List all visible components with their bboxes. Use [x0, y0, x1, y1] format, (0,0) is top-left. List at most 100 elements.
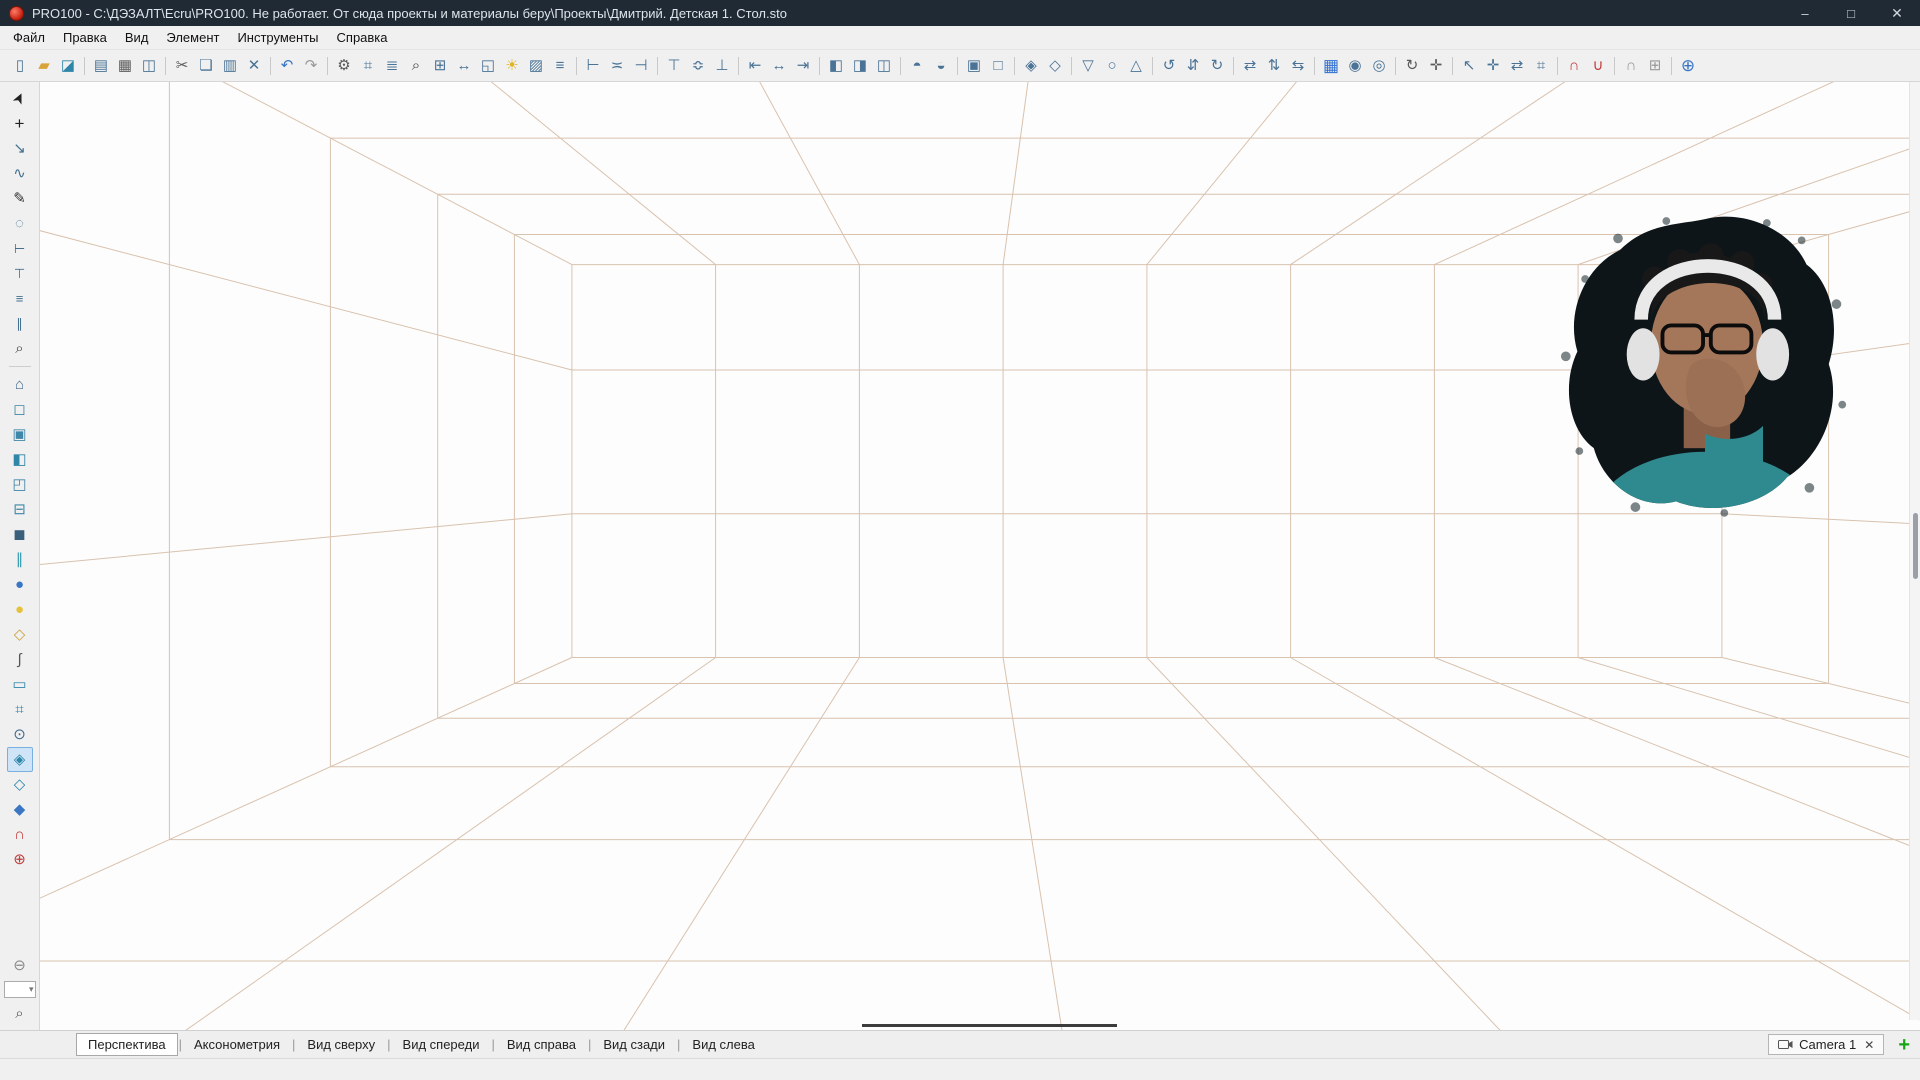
- orbit-view-button[interactable]: ↻: [1400, 54, 1424, 78]
- align-wall-center-button[interactable]: ◫: [872, 54, 896, 78]
- camera-view-button[interactable]: ◉: [1343, 54, 1367, 78]
- align-left-tool[interactable]: ⊢: [7, 236, 33, 261]
- report-button[interactable]: ≣: [380, 54, 404, 78]
- view-tab-left-view[interactable]: Вид слева: [681, 1034, 765, 1055]
- menu-item-1[interactable]: Правка: [54, 26, 116, 49]
- label-tool[interactable]: ◇: [7, 622, 33, 647]
- move-view-button[interactable]: ✛: [1481, 54, 1505, 78]
- connections-button[interactable]: ⌗: [356, 54, 380, 78]
- tab-camera-1[interactable]: Camera 1 ✕: [1768, 1034, 1885, 1055]
- snap-center-tool[interactable]: ⊕: [7, 847, 33, 872]
- pan-view-button[interactable]: ✛: [1424, 54, 1448, 78]
- camera-target-button[interactable]: ◎: [1367, 54, 1391, 78]
- visibility-tool[interactable]: ⊙: [7, 722, 33, 747]
- new-document-button[interactable]: ▯: [8, 54, 32, 78]
- snap-grid-button[interactable]: ⊞: [1643, 54, 1667, 78]
- align-wall-right-button[interactable]: ◨: [848, 54, 872, 78]
- align-top-edges-button[interactable]: ⊤: [662, 54, 686, 78]
- close-button[interactable]: ✕: [1874, 0, 1920, 26]
- rotate-right-button[interactable]: ↻: [1205, 54, 1229, 78]
- unlock-button[interactable]: ◇: [1043, 54, 1067, 78]
- lock-button[interactable]: ◈: [1019, 54, 1043, 78]
- maximize-button[interactable]: □: [1828, 0, 1874, 26]
- align-bottom-face-button[interactable]: ◒: [929, 54, 953, 78]
- group-button[interactable]: ▣: [962, 54, 986, 78]
- menu-item-0[interactable]: Файл: [4, 26, 54, 49]
- align-wall-left-button[interactable]: ◧: [824, 54, 848, 78]
- magnet-horizontal-button[interactable]: ∩: [1562, 54, 1586, 78]
- search-button[interactable]: ⌕: [404, 54, 428, 78]
- element-columns-tool[interactable]: ∥: [7, 547, 33, 572]
- magnet-soft-button[interactable]: ∩: [1619, 54, 1643, 78]
- mirror-view-button[interactable]: ⇄: [1505, 54, 1529, 78]
- columns-tool[interactable]: ∥: [7, 311, 33, 336]
- align-top-face-button[interactable]: ◓: [905, 54, 929, 78]
- element-shelf-tool[interactable]: ⊟: [7, 497, 33, 522]
- move-tool[interactable]: +: [7, 111, 33, 136]
- save-button[interactable]: ◪: [56, 54, 80, 78]
- horizontal-scrollbar-thumb[interactable]: [862, 1024, 1118, 1027]
- dimensions-button[interactable]: ↔: [452, 54, 476, 78]
- open-folder-button[interactable]: ▰: [32, 54, 56, 78]
- menu-item-4[interactable]: Инструменты: [228, 26, 327, 49]
- settings-gear-button[interactable]: ⚙: [332, 54, 356, 78]
- price-list-button[interactable]: ≡: [548, 54, 572, 78]
- lasso-tool[interactable]: ◌: [7, 211, 33, 236]
- view-tab-perspective[interactable]: Перспектива: [76, 1033, 178, 1056]
- view-tab-top-view[interactable]: Вид сверху: [296, 1034, 386, 1055]
- element-box-tool[interactable]: ▣: [7, 422, 33, 447]
- snap-diamond-solid-tool[interactable]: ◆: [7, 797, 33, 822]
- view-tab-right-view[interactable]: Вид справа: [496, 1034, 587, 1055]
- element-open-box-tool[interactable]: ◰: [7, 472, 33, 497]
- ruler-tool[interactable]: ▭: [7, 672, 33, 697]
- copy-button[interactable]: ❏: [194, 54, 218, 78]
- structure-tree-button[interactable]: ⊞: [428, 54, 452, 78]
- snap-diamond-tool[interactable]: ◈: [6, 747, 33, 772]
- select-tool[interactable]: ➤: [7, 86, 33, 111]
- minimize-button[interactable]: –: [1782, 0, 1828, 26]
- view-tab-axonometry[interactable]: Аксонометрия: [183, 1034, 291, 1055]
- rotate-left-button[interactable]: ↺: [1157, 54, 1181, 78]
- curve-tool[interactable]: ∿: [7, 161, 33, 186]
- space-equal-button[interactable]: ↔: [767, 54, 791, 78]
- menu-item-2[interactable]: Вид: [116, 26, 158, 49]
- vertical-scrollbar[interactable]: [1909, 82, 1920, 1020]
- center-height-button[interactable]: ○: [1100, 54, 1124, 78]
- flip-vertical-button[interactable]: ⇵: [1181, 54, 1205, 78]
- zoom-level-select[interactable]: ▾: [3, 981, 36, 998]
- space-right-button[interactable]: ⇥: [791, 54, 815, 78]
- materials-button[interactable]: ▨: [524, 54, 548, 78]
- align-floor-button[interactable]: ▽: [1076, 54, 1100, 78]
- space-left-button[interactable]: ⇤: [743, 54, 767, 78]
- align-right-edges-button[interactable]: ⊣: [629, 54, 653, 78]
- align-left-edges-button[interactable]: ⊢: [581, 54, 605, 78]
- zoom-grid-button[interactable]: ⌗: [1529, 54, 1553, 78]
- mirror-vertical-button[interactable]: ⇅: [1262, 54, 1286, 78]
- zoom-tool[interactable]: ⌕: [7, 1001, 33, 1026]
- room-view-tool[interactable]: ⌂: [7, 372, 33, 397]
- render-sun-button[interactable]: ☀: [500, 54, 524, 78]
- align-bottom-edges-button[interactable]: ⊥: [710, 54, 734, 78]
- paste-button[interactable]: ▥: [218, 54, 242, 78]
- offset-tool[interactable]: ↘: [7, 136, 33, 161]
- view-tab-front-view[interactable]: Вид спереди: [392, 1034, 491, 1055]
- menu-item-3[interactable]: Элемент: [157, 26, 228, 49]
- align-top-tool[interactable]: ⊤: [7, 261, 33, 286]
- page-setup-button[interactable]: ▤: [89, 54, 113, 78]
- cut-button[interactable]: ✂: [170, 54, 194, 78]
- zoom-out-tool[interactable]: ⊖: [7, 953, 33, 978]
- world-globe-button[interactable]: ⊕: [1676, 54, 1700, 78]
- mirror-depth-button[interactable]: ⇆: [1286, 54, 1310, 78]
- camera-tab-close-icon[interactable]: ✕: [1864, 1038, 1874, 1052]
- delete-button[interactable]: ✕: [242, 54, 266, 78]
- mirror-horizontal-button[interactable]: ⇄: [1238, 54, 1262, 78]
- sphere-tool[interactable]: ●: [7, 572, 33, 597]
- snap-diamond-alt-tool[interactable]: ◇: [7, 772, 33, 797]
- align-center-horizontal-button[interactable]: ≍: [605, 54, 629, 78]
- add-view-button[interactable]: +: [1898, 1035, 1910, 1055]
- duplicate-button[interactable]: ◱: [476, 54, 500, 78]
- view-tab-back-view[interactable]: Вид сзади: [592, 1034, 676, 1055]
- magnet-vertical-button[interactable]: ∪: [1586, 54, 1610, 78]
- ungroup-button[interactable]: □: [986, 54, 1010, 78]
- element-box-wire-tool[interactable]: ◻: [7, 397, 33, 422]
